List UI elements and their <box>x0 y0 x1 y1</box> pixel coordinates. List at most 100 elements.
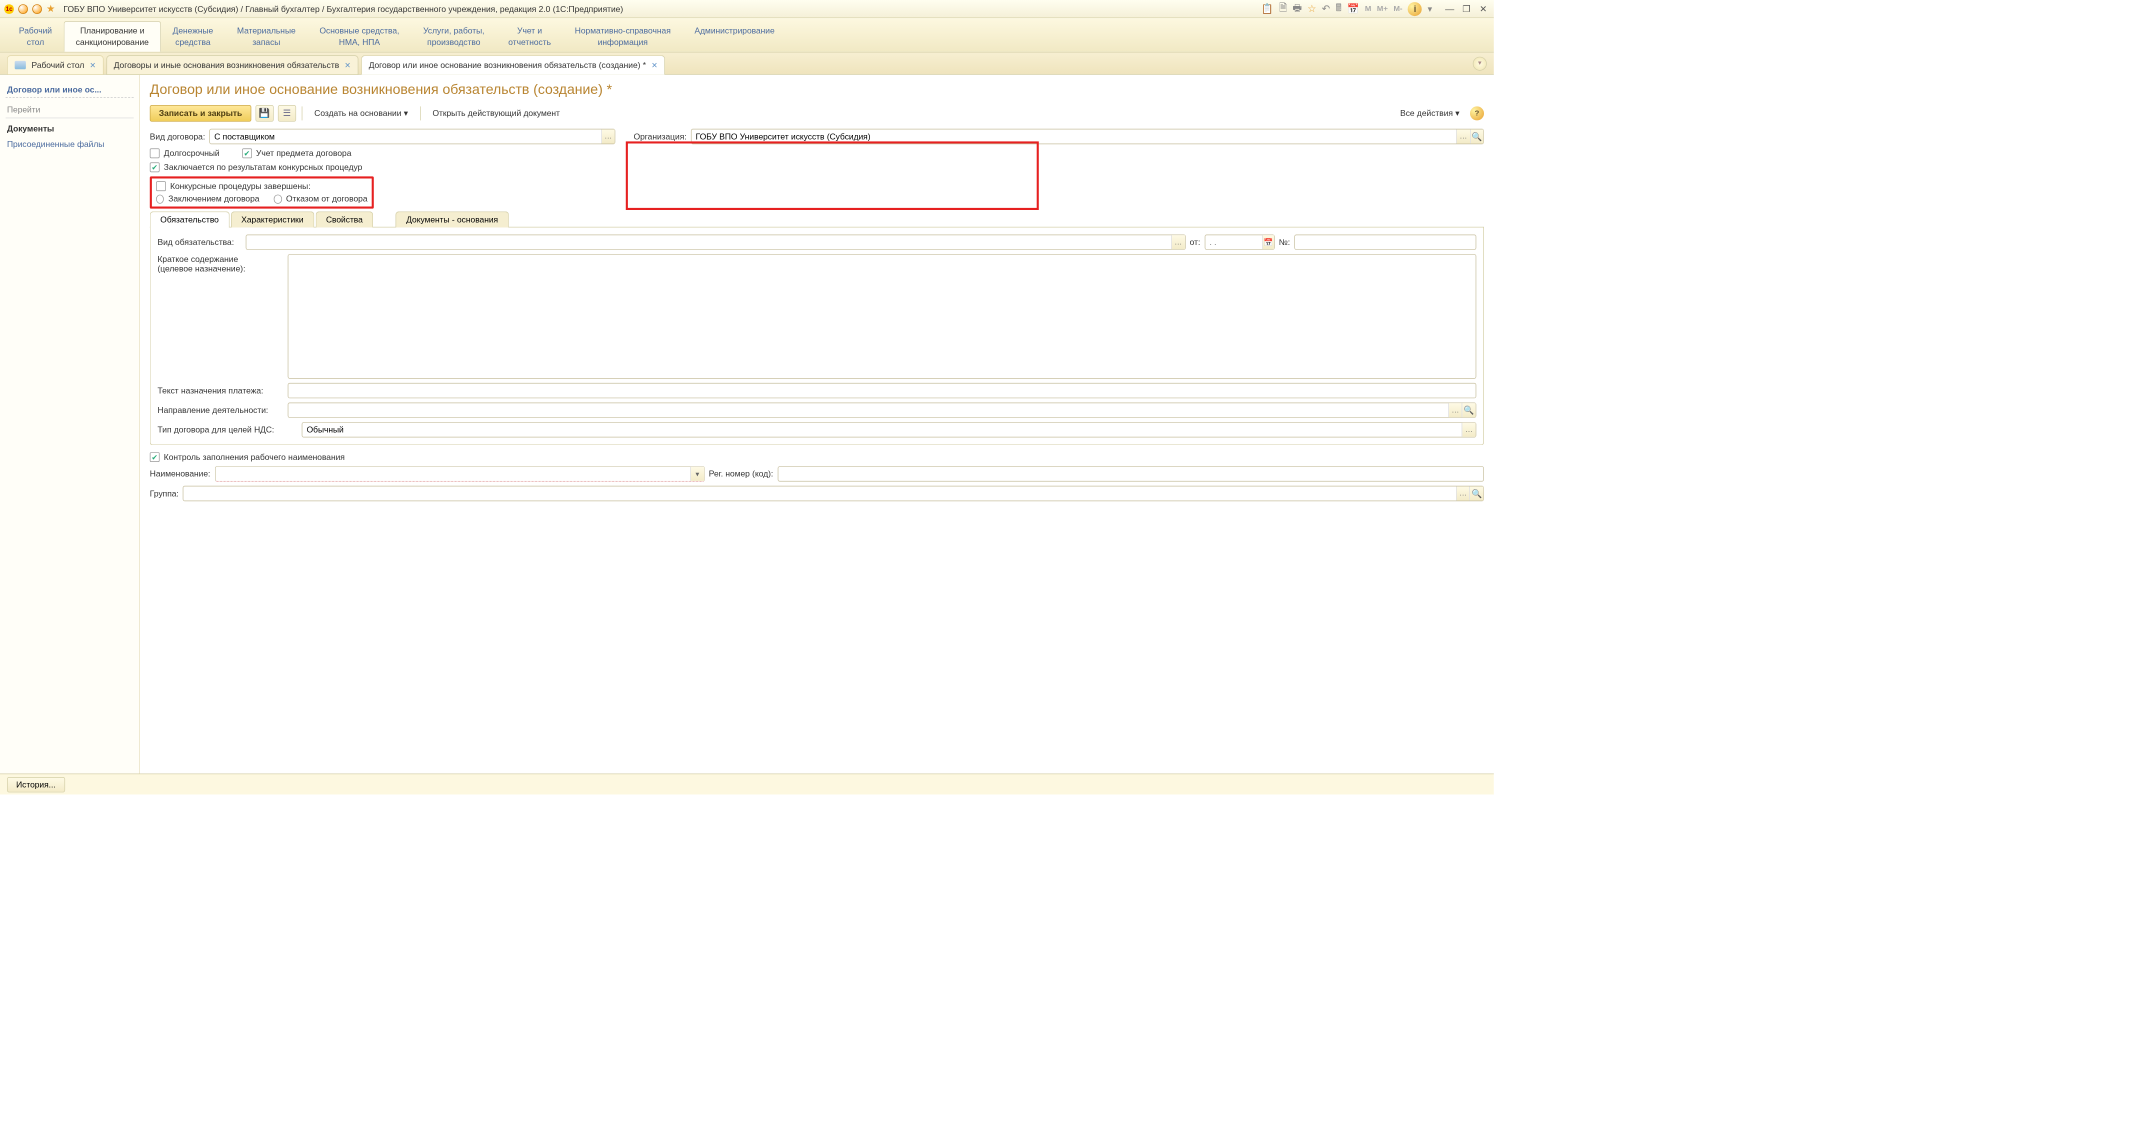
maximize-button[interactable]: ❐ <box>1460 3 1473 14</box>
payment-text-label: Текст назначения платежа: <box>158 386 284 396</box>
memory-mminus-icon[interactable]: M- <box>1393 5 1402 13</box>
select-button[interactable]: … <box>1448 403 1462 417</box>
inner-tab-characteristics[interactable]: Характеристики <box>231 212 314 228</box>
inner-tab-properties[interactable]: Свойства <box>315 212 373 228</box>
obligation-type-label: Вид обязательства: <box>158 237 242 247</box>
reg-number-input[interactable] <box>777 466 1484 481</box>
control-name-label: Контроль заполнения рабочего наименовани… <box>164 452 345 462</box>
search-button[interactable]: 🔍 <box>1462 403 1476 417</box>
date-from-label: от: <box>1190 237 1201 247</box>
highlight-box-left: Конкурсные процедуры завершены: Заключен… <box>150 177 374 209</box>
section-tabs: Рабочий стол Планирование и санкциониров… <box>0 18 1494 52</box>
section-tab-desktop[interactable]: Рабочий стол <box>7 21 64 52</box>
clipboard-icon[interactable]: 📋 <box>1261 3 1273 15</box>
save-button[interactable]: 💾 <box>255 105 273 122</box>
select-button[interactable]: … <box>1456 487 1470 501</box>
window-dot-icon[interactable] <box>32 4 42 14</box>
section-tab-materials[interactable]: Материальные запасы <box>225 21 307 52</box>
vat-type-label: Тип договора для целей НДС: <box>158 425 298 435</box>
calendar-button[interactable]: 📅 <box>1262 235 1273 249</box>
longterm-checkbox[interactable] <box>150 149 160 159</box>
longterm-label: Долгосрочный <box>164 149 220 159</box>
history-icon[interactable]: ↶ <box>1322 3 1330 15</box>
subject-acc-checkbox[interactable]: ✔ <box>242 149 252 159</box>
sidebar-section-title[interactable]: Договор или иное ос... <box>6 82 134 98</box>
inner-tab-base-docs[interactable]: Документы - основания <box>396 212 509 228</box>
tabs-menu-button[interactable]: ▾ <box>1473 56 1487 70</box>
sidebar-item-files[interactable]: Присоединенные файлы <box>6 137 134 152</box>
contract-type-input[interactable]: … <box>209 129 615 144</box>
contract-type-value[interactable] <box>210 130 601 144</box>
memory-m-icon[interactable]: M <box>1365 5 1371 13</box>
number-input[interactable] <box>1294 235 1476 250</box>
desktop-icon <box>15 61 26 69</box>
organization-label: Организация: <box>634 132 687 142</box>
open-active-doc-button[interactable]: Открыть действующий документ <box>426 105 566 122</box>
search-button[interactable]: 🔍 <box>1470 130 1484 144</box>
history-button[interactable]: История... <box>7 777 65 792</box>
window-title: ГОБУ ВПО Университет искусств (Субсидия)… <box>59 4 1257 14</box>
radio-by-contract-label: Заключением договора <box>168 194 259 204</box>
highlight-box-right <box>626 142 1039 211</box>
search-button[interactable]: 🔍 <box>1470 487 1484 501</box>
doc-tab-label: Рабочий стол <box>32 60 85 70</box>
document-tabs: Рабочий стол × Договоры и иные основания… <box>0 53 1494 75</box>
close-icon[interactable]: × <box>345 59 351 70</box>
select-button[interactable]: … <box>601 130 615 144</box>
memory-mplus-icon[interactable]: M+ <box>1377 5 1388 13</box>
number-label: №: <box>1279 237 1290 247</box>
control-name-checkbox[interactable]: ✔ <box>150 452 160 462</box>
minimize-button[interactable]: — <box>1443 3 1456 14</box>
select-button[interactable]: … <box>1462 423 1476 437</box>
titlebar: 1c ★ ГОБУ ВПО Университет искусств (Субс… <box>0 0 1494 18</box>
section-tab-assets[interactable]: Основные средства, НМА, НПА <box>308 21 412 52</box>
section-tab-money[interactable]: Денежные средства <box>161 21 225 52</box>
calendar-icon[interactable]: 📅 <box>1347 3 1359 15</box>
vat-type-input[interactable]: … <box>302 422 1477 437</box>
section-tab-services[interactable]: Услуги, работы, производство <box>411 21 496 52</box>
tender-checkbox[interactable]: ✔ <box>150 163 160 173</box>
dropdown-button[interactable]: ▾ <box>690 467 704 481</box>
tender-done-checkbox[interactable] <box>156 181 166 191</box>
close-icon[interactable]: × <box>652 59 658 70</box>
section-tab-planning[interactable]: Планирование и санкционирование <box>64 21 161 52</box>
window-dot-icon[interactable] <box>18 4 28 14</box>
short-desc-textarea[interactable] <box>288 254 1477 379</box>
inner-tab-obligation[interactable]: Обязательство <box>150 212 230 228</box>
direction-label: Направление деятельности: <box>158 405 284 415</box>
section-tab-reporting[interactable]: Учет и отчетность <box>496 21 562 52</box>
radio-by-refusal[interactable] <box>274 194 282 203</box>
select-button[interactable]: … <box>1456 130 1470 144</box>
close-icon[interactable]: × <box>90 59 96 70</box>
doc-tab-desktop[interactable]: Рабочий стол × <box>7 55 103 75</box>
radio-by-contract[interactable] <box>156 194 164 203</box>
name-input[interactable]: ▾ <box>215 466 705 481</box>
info-icon[interactable]: i <box>1408 2 1422 16</box>
sidebar-item-documents[interactable]: Документы <box>6 121 134 136</box>
obligation-type-input[interactable]: … <box>246 235 1186 250</box>
payment-text-input[interactable] <box>288 383 1477 398</box>
star-icon[interactable]: ★ <box>46 3 55 15</box>
group-input[interactable]: … 🔍 <box>183 486 1484 501</box>
close-button[interactable]: ✕ <box>1477 3 1490 14</box>
save-close-button[interactable]: Записать и закрыть <box>150 105 251 122</box>
list-button[interactable]: ☰ <box>278 105 296 122</box>
doc-icon[interactable]: 🗎 <box>1279 0 1287 17</box>
favorite-icon[interactable]: ☆ <box>1307 3 1316 15</box>
calculator-icon[interactable]: 🖩 <box>1336 0 1342 17</box>
direction-input[interactable]: … 🔍 <box>288 403 1477 418</box>
doc-tab-contracts-list[interactable]: Договоры и иные основания возникновения … <box>106 55 358 75</box>
section-tab-refs[interactable]: Нормативно-справочная информация <box>563 21 683 52</box>
all-actions-button[interactable]: Все действия ▾ <box>1394 105 1466 122</box>
print-icon[interactable]: 🖶 <box>1293 0 1302 17</box>
dropdown-icon[interactable]: ▾ <box>1428 3 1433 14</box>
subject-acc-label: Учет предмета договора <box>256 149 351 159</box>
doc-tab-contract-new[interactable]: Договор или иное основание возникновения… <box>361 55 665 75</box>
help-icon[interactable]: ? <box>1470 107 1484 121</box>
date-input[interactable]: 📅 <box>1205 235 1275 250</box>
create-on-basis-button[interactable]: Создать на основании ▾ <box>308 105 414 122</box>
sidebar: Договор или иное ос... Перейти Документы… <box>0 75 140 774</box>
section-tab-admin[interactable]: Администрирование <box>683 21 787 52</box>
select-button[interactable]: … <box>1171 235 1185 249</box>
titlebar-tools: 📋 🗎 🖶 ☆ ↶ 🖩 📅 M M+ M- i ▾ <box>1261 0 1432 17</box>
